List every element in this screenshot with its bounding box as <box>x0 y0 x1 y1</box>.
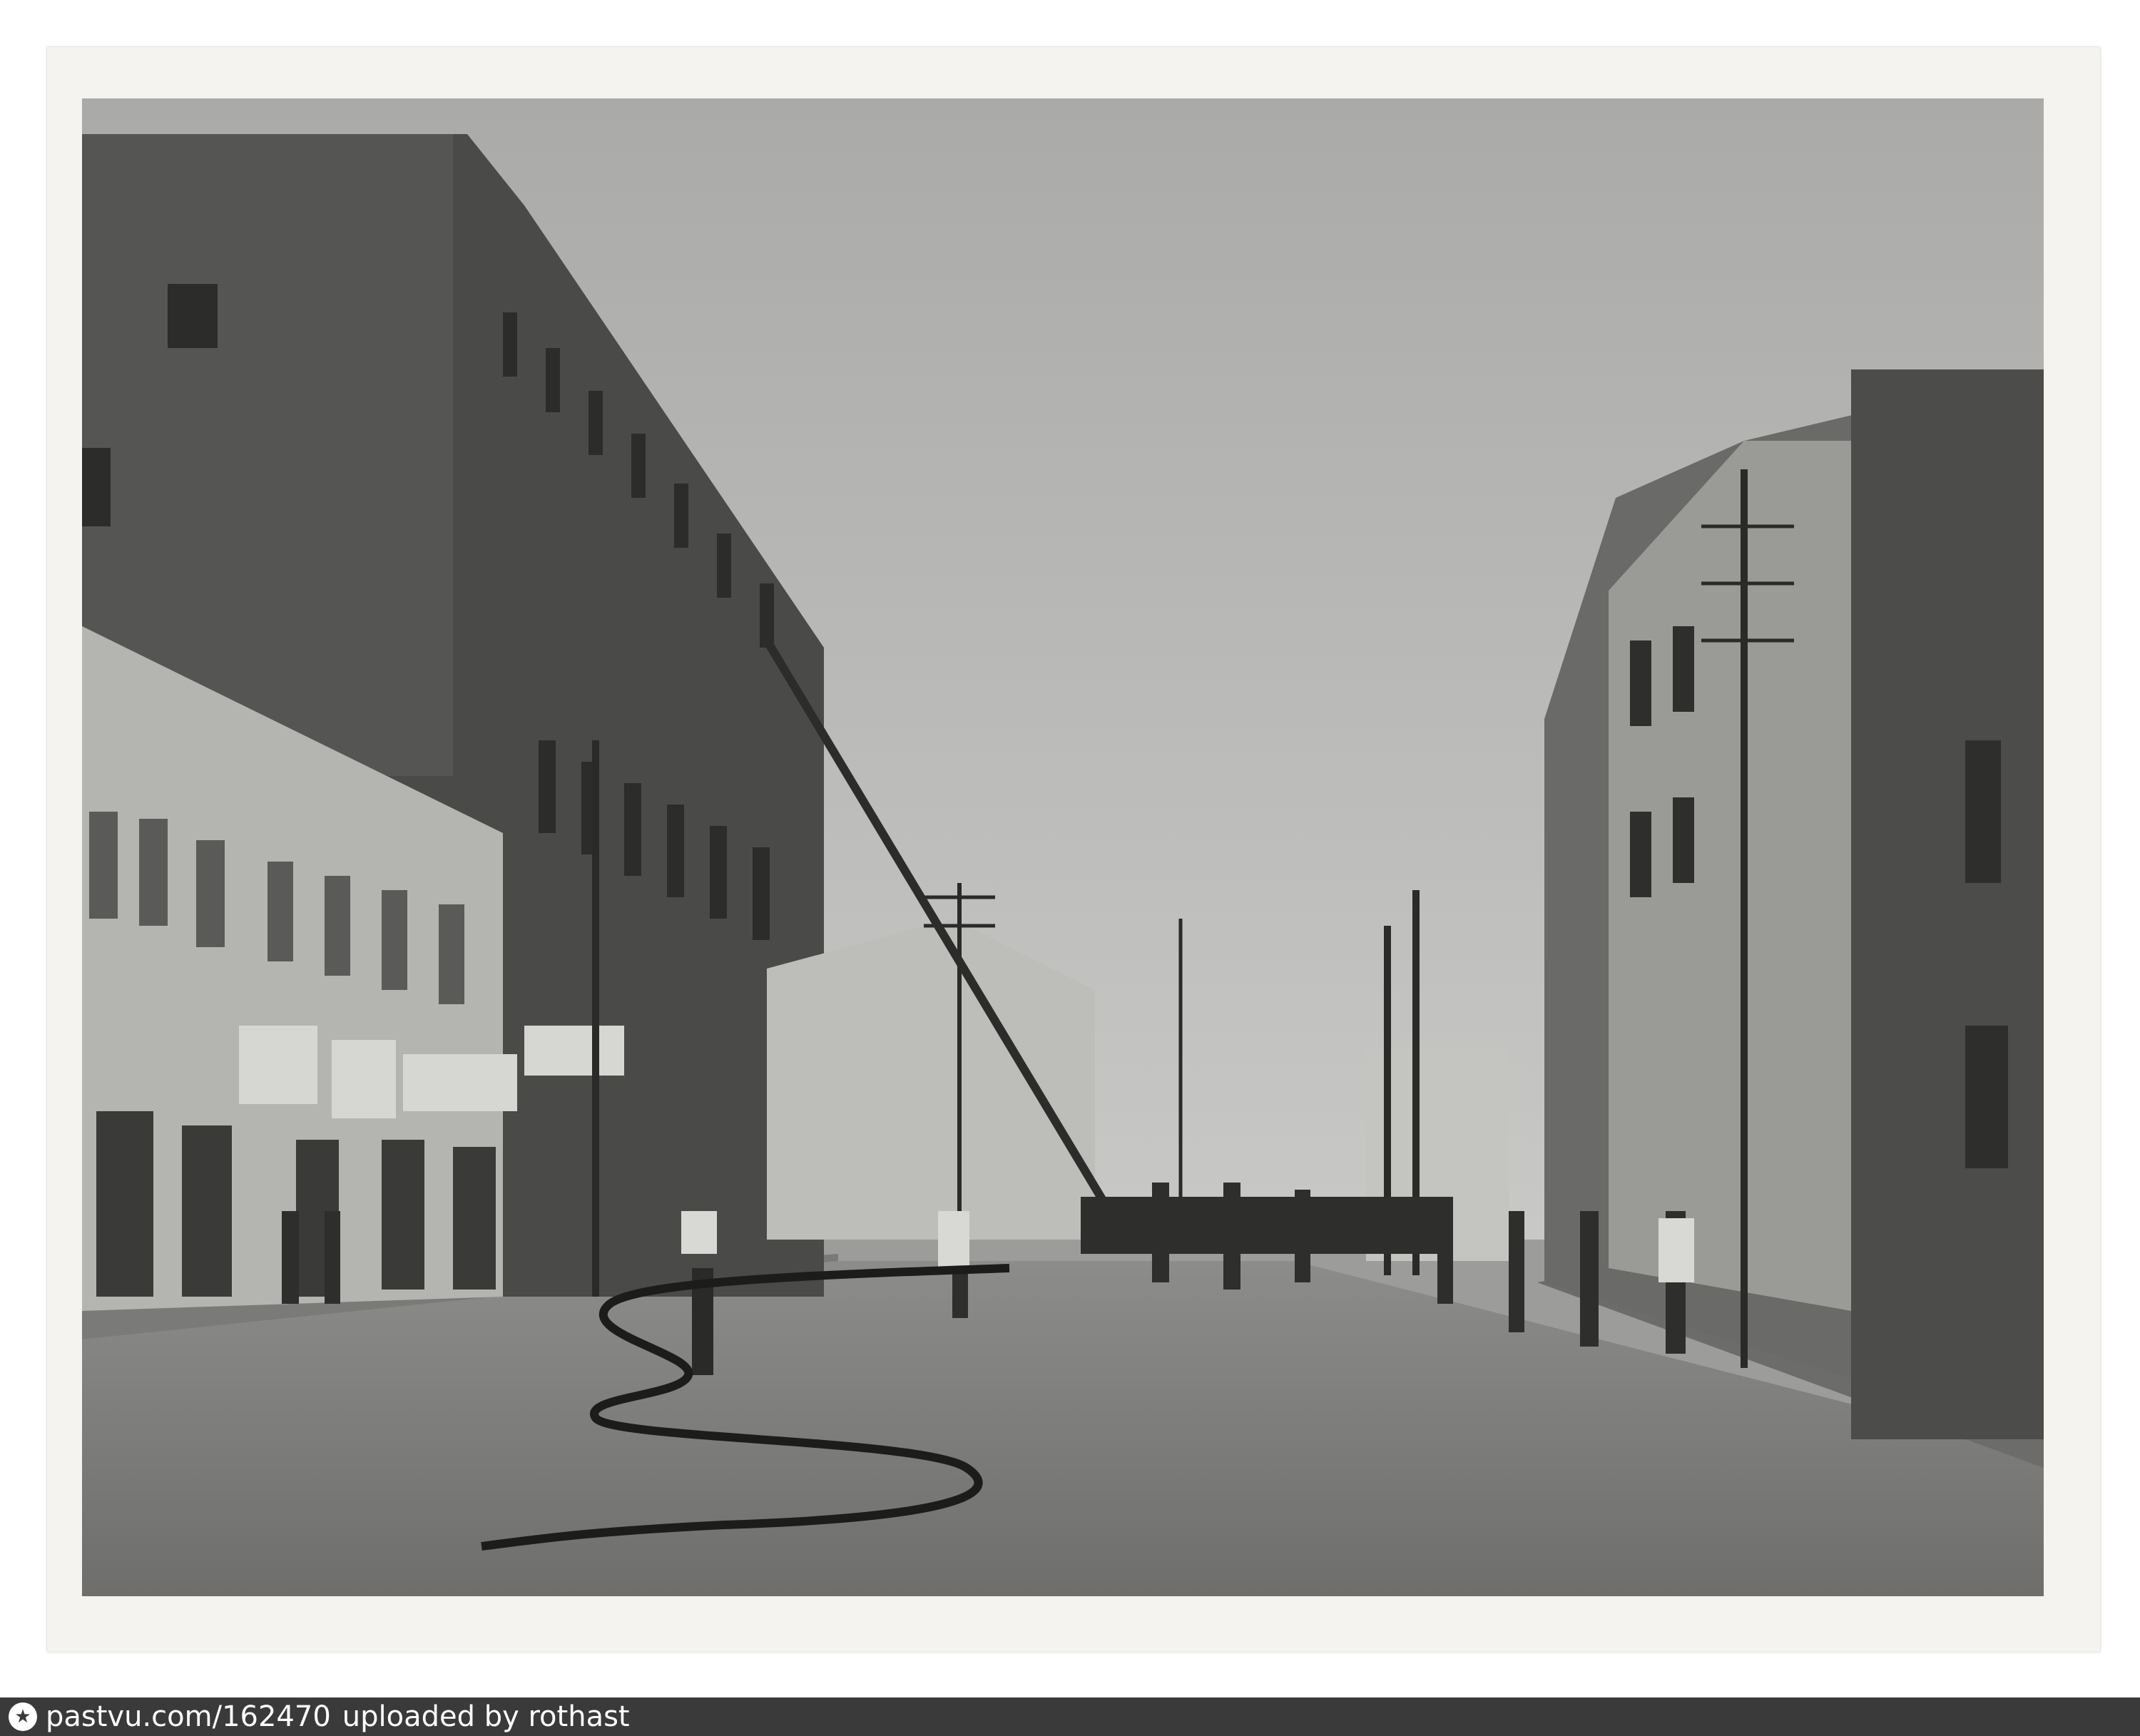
uploader-credit: uploaded by rothast <box>342 1700 630 1733</box>
star-circle-icon: ★ <box>9 1702 37 1731</box>
right-brick-wall <box>1851 369 2044 1439</box>
watermark-text: pastvu.com/162470 uploaded by rothast <box>46 1700 630 1733</box>
watermark-bar: ★ pastvu.com/162470 uploaded by rothast <box>0 1697 2140 1736</box>
distant-building <box>767 919 1095 1240</box>
archival-photo <box>82 98 2044 1596</box>
source-url: pastvu.com/162470 <box>46 1700 331 1733</box>
street-scene <box>82 98 2044 1596</box>
